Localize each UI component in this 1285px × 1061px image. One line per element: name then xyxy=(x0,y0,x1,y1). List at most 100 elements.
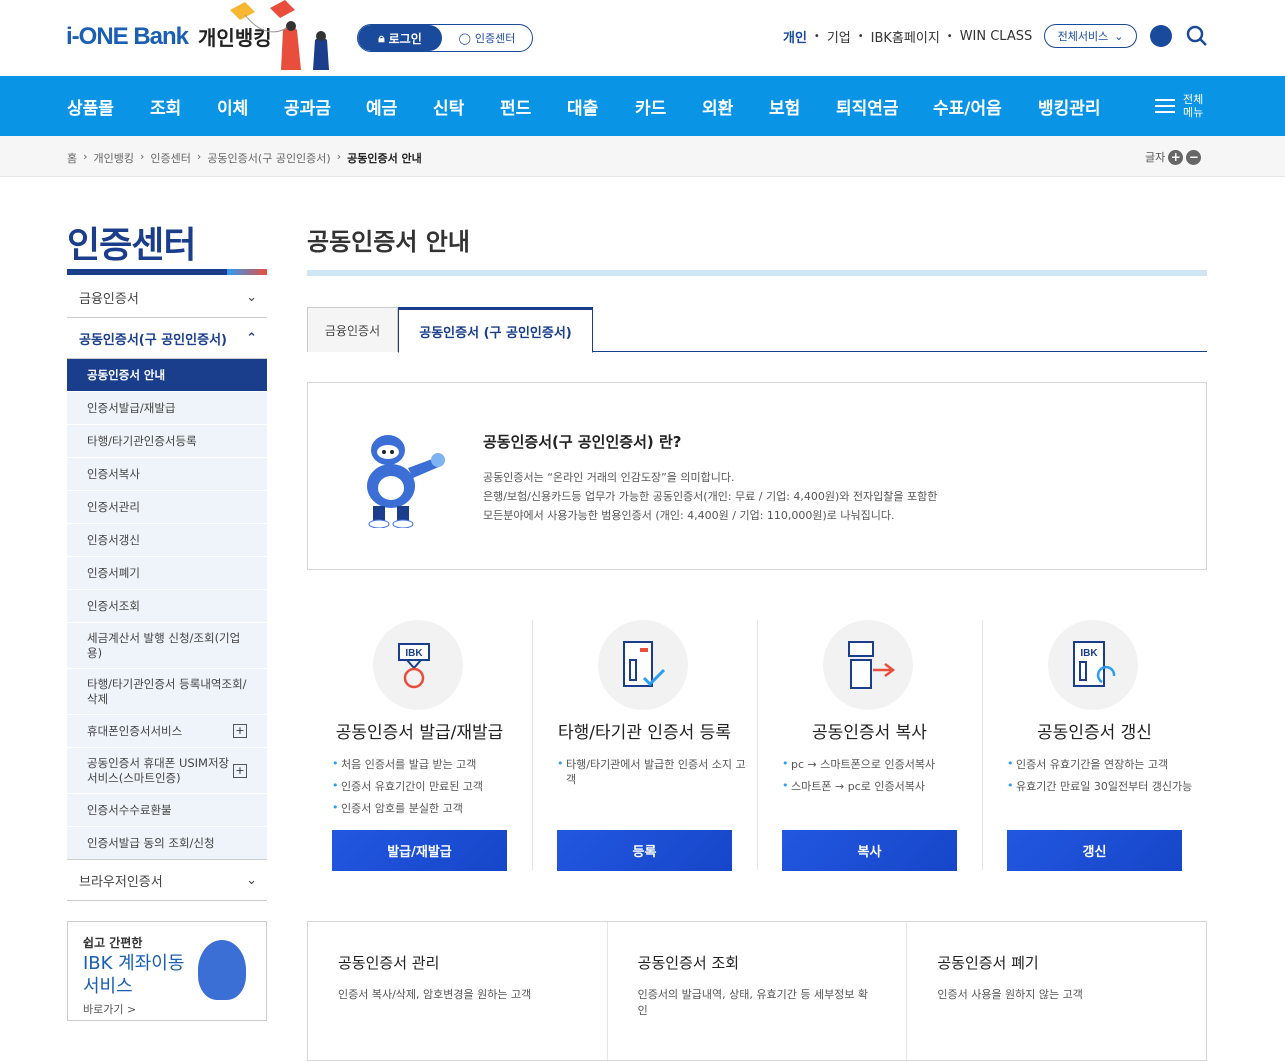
list-item: 인증서 유효기간이 만료된 고객 xyxy=(332,778,522,794)
top-link-personal[interactable]: 개인 xyxy=(783,27,807,46)
login-button[interactable]: 🔒︎ 로그인 xyxy=(358,25,442,51)
side-subnav-item[interactable]: 인증서발급 동의 조회/신청 xyxy=(67,827,267,860)
side-subnav-item[interactable]: 휴대폰인증서서비스 + xyxy=(67,715,267,748)
nav-item[interactable]: 퇴직연금 xyxy=(836,94,899,119)
full-menu-line2: 메뉴 xyxy=(1183,106,1204,119)
side-subnav-item[interactable]: 인증서복사 xyxy=(67,458,267,491)
nav-item[interactable]: 상품몰 xyxy=(67,94,114,119)
copy-button[interactable]: 복사 xyxy=(782,830,957,871)
nav-item[interactable]: 신탁 xyxy=(433,94,464,119)
banner-link[interactable]: 바로가기 > xyxy=(83,1001,251,1017)
extra-service-manage[interactable]: 공동인증서 관리 인증서 복사/삭제, 암호변경을 원하는 고객 xyxy=(308,922,608,1060)
chevron-right-icon: › xyxy=(196,150,202,163)
list-item: 스마트폰 → pc로 인증서복사 xyxy=(782,778,972,794)
breadcrumb-item[interactable]: 인증센터 xyxy=(150,150,190,166)
account-transfer-banner[interactable]: 쉽고 간편한 IBK 계좌이동 서비스 바로가기 > xyxy=(67,921,267,1021)
svg-text:IBK: IBK xyxy=(1080,648,1098,659)
side-subnav-item[interactable]: 공동인증서 휴대폰 USIM저장서비스(스마트인증) + xyxy=(67,748,267,794)
side-nav-browser-cert[interactable]: 브라우저인증서 ⌄ xyxy=(67,860,267,901)
top-link-ibk-home[interactable]: IBK홈페이지 xyxy=(871,27,940,46)
expand-plus-icon[interactable]: + xyxy=(233,724,247,738)
list-item: 유효기간 만료일 30일전부터 갱신가능 xyxy=(1007,778,1197,794)
nav-item[interactable]: 외환 xyxy=(702,94,733,119)
intro-line: 모든분야에서 사용가능한 범용인증서 (개인: 4,400원 / 기업: 110… xyxy=(483,509,895,522)
nav-item[interactable]: 뱅킹관리 xyxy=(1038,94,1101,119)
service-title: 타행/타기관 인증서 등록 xyxy=(558,723,731,743)
chevron-up-icon: ⌃ xyxy=(246,330,257,346)
issue-button[interactable]: 발급/재발급 xyxy=(332,830,507,871)
lnb-title-bar xyxy=(67,269,267,275)
chevron-down-icon: ⌄ xyxy=(1114,29,1124,43)
nav-item[interactable]: 예금 xyxy=(366,94,397,119)
extra-service-inquiry[interactable]: 공동인증서 조회 인증서의 발급내역, 상태, 유효기간 등 세부정보 확인 xyxy=(608,922,908,1060)
top-link-corporate[interactable]: 기업 xyxy=(827,27,851,46)
side-subnav-item[interactable]: 인증서발급/재발급 xyxy=(67,392,267,425)
service-title: 공동인증서 발급/재발급 xyxy=(335,723,504,743)
side-subnav-item[interactable]: 공동인증서 안내 xyxy=(67,359,267,392)
side-nav: 금융인증서 ⌄ 공동인증서(구 공인인증서) ⌃ 공동인증서 안내 인증서발급/… xyxy=(67,277,267,901)
side-subnav-item[interactable]: 인증서수수료환불 xyxy=(67,794,267,827)
service-card-renew: IBK 공동인증서 갱신 인증서 유효기간을 연장하는 고객 유효기간 만료일 … xyxy=(982,620,1207,880)
side-subnav-item[interactable]: 인증서갱신 xyxy=(67,524,267,557)
cert-center-button[interactable]: ◯ 인증센터 xyxy=(442,25,532,51)
side-subnav-label: 인증서발급 동의 조회/신청 xyxy=(87,835,215,850)
nav-item[interactable]: 수표/어음 xyxy=(933,94,1002,119)
cert-tabs: 금융인증서 공동인증서 (구 공인인증서) xyxy=(307,307,1207,353)
nav-item[interactable]: 공과금 xyxy=(284,94,331,119)
side-subnav-label: 인증서수수료환불 xyxy=(87,802,172,817)
nav-item[interactable]: 펀드 xyxy=(500,94,531,119)
service-target-list: 인증서 유효기간을 연장하는 고객 유효기간 만료일 30일전부터 갱신가능 xyxy=(1007,756,1197,801)
side-subnav-item[interactable]: 인증서관리 xyxy=(67,491,267,524)
breadcrumb-item[interactable]: 공동인증서(구 공인인증서) xyxy=(207,150,330,166)
chevron-down-icon: ⌄ xyxy=(246,289,257,305)
full-menu-button[interactable]: 전체 메뉴 xyxy=(1155,93,1203,119)
nav-item[interactable]: 보험 xyxy=(769,94,800,119)
all-services-label: 전체서비스 xyxy=(1057,30,1109,43)
tab-joint-cert[interactable]: 공동인증서 (구 공인인증서) xyxy=(398,307,593,353)
register-button[interactable]: 등록 xyxy=(557,830,732,871)
side-subnav-label: 타행/타기관인증서등록 xyxy=(87,433,197,448)
main-nav: 상품몰 조회 이체 공과금 예금 신탁 펀드 대출 카드 외환 보험 퇴직연금 … xyxy=(0,76,1285,136)
service-target-list: 처음 인증서를 발급 받는 고객 인증서 유효기간이 만료된 고객 인증서 암호… xyxy=(332,756,522,823)
side-subnav-item[interactable]: 세금계산서 발행 신청/조회(기업용) xyxy=(67,623,267,669)
nav-item[interactable]: 대출 xyxy=(567,94,598,119)
renew-button[interactable]: 갱신 xyxy=(1007,830,1182,871)
intro-description: 공동인증서는 “온라인 거래의 인감도장”을 의미합니다. 은행/보험/신용카드… xyxy=(483,468,937,525)
list-item: 인증서 암호를 분실한 고객 xyxy=(332,800,522,816)
side-subnav-label: 휴대폰인증서서비스 xyxy=(87,723,183,738)
side-subnav-item[interactable]: 타행/타기관인증서 등록내역조회/삭제 xyxy=(67,669,267,715)
side-nav-joint-cert[interactable]: 공동인증서(구 공인인증서) ⌃ xyxy=(67,318,267,359)
list-item: 인증서 유효기간을 연장하는 고객 xyxy=(1007,756,1197,772)
renew-icon: IBK xyxy=(1048,620,1138,710)
expand-plus-icon[interactable]: + xyxy=(233,763,247,778)
extra-services: 공동인증서 관리 인증서 복사/삭제, 암호변경을 원하는 고객 공동인증서 조… xyxy=(307,921,1207,1061)
all-services-select[interactable]: 전체서비스 ⌄ xyxy=(1044,24,1137,48)
separator-dot: • xyxy=(946,31,953,42)
side-subnav-item[interactable]: 인증서조회 xyxy=(67,590,267,623)
copy-icon xyxy=(823,620,913,710)
nav-item[interactable]: 이체 xyxy=(217,94,248,119)
extra-service-desc: 인증서의 발급내역, 상태, 유효기간 등 세부정보 확인 xyxy=(637,988,869,1017)
search-icon[interactable] xyxy=(1186,25,1208,47)
lock-icon: 🔒︎ xyxy=(378,30,385,45)
chevron-right-icon: › xyxy=(83,150,88,163)
breadcrumb-item[interactable]: 개인뱅킹 xyxy=(94,150,134,166)
breadcrumb-home[interactable]: 홈 xyxy=(67,150,77,166)
mascot-illustration xyxy=(367,435,445,528)
top-link-winclass[interactable]: WIN CLASS xyxy=(960,29,1033,44)
tab-financial-cert[interactable]: 금융인증서 xyxy=(307,307,398,352)
top-links: 개인 • 기업 • IBK홈페이지 • WIN CLASS xyxy=(783,27,1032,46)
side-subnav-item[interactable]: 타행/타기관인증서등록 xyxy=(67,425,267,458)
extra-service-revoke[interactable]: 공동인증서 폐기 인증서 사용을 원하지 않는 고객 xyxy=(907,922,1206,1060)
side-subnav-item[interactable]: 인증서폐기 xyxy=(67,557,267,590)
font-decrease-icon[interactable]: − xyxy=(1186,149,1202,165)
login-group: 🔒︎ 로그인 ◯ 인증센터 xyxy=(357,24,533,52)
side-subnav-label: 타행/타기관인증서 등록내역조회/삭제 xyxy=(87,676,247,706)
font-increase-icon[interactable]: + xyxy=(1168,149,1184,165)
nav-item[interactable]: 카드 xyxy=(635,94,666,119)
nav-item[interactable]: 조회 xyxy=(150,94,181,119)
header: i-ONE Bank 개인뱅킹 🔒︎ 로그인 ◯ 인증센터 개인 • 기업 • … xyxy=(0,0,1285,76)
side-nav-financial-cert[interactable]: 금융인증서 ⌄ xyxy=(67,277,267,318)
globe-icon[interactable] xyxy=(1150,25,1172,47)
side-subnav-label: 인증서관리 xyxy=(87,499,140,514)
